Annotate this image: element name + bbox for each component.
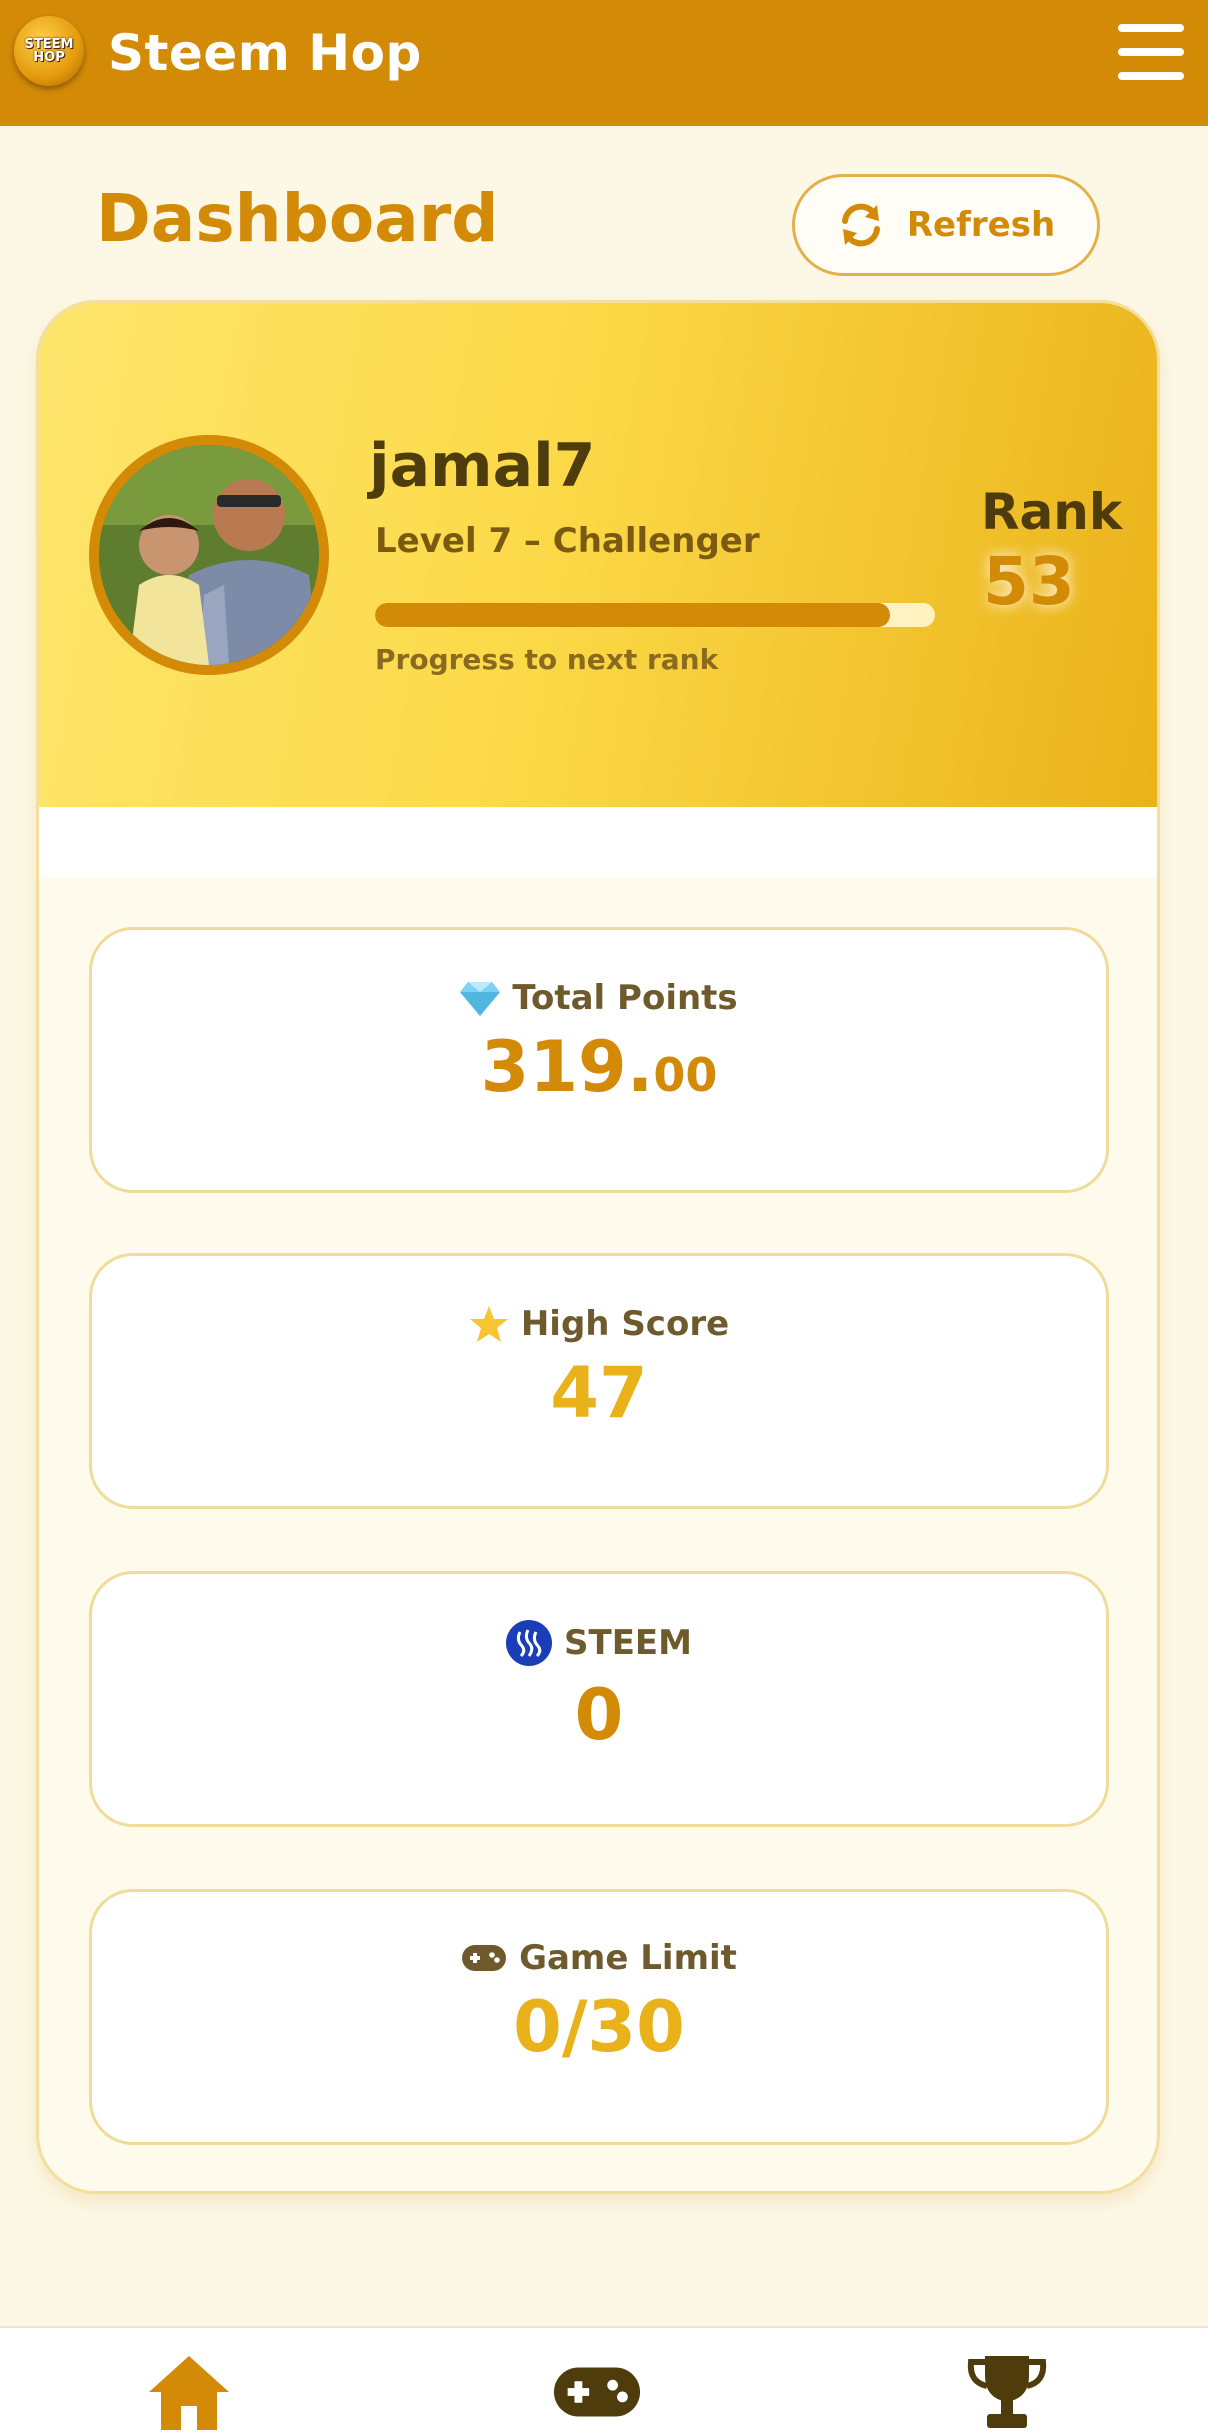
avatar-photo — [99, 445, 319, 665]
gamepad-icon — [553, 2367, 641, 2417]
refresh-label: Refresh — [906, 205, 1056, 245]
steem-label: STEEM — [564, 1623, 692, 1663]
game-limit-label: Game Limit — [519, 1938, 737, 1978]
steem-card: STEEM 0 — [89, 1571, 1109, 1827]
game-limit-card: Game Limit 0/30 — [89, 1889, 1109, 2145]
steem-icon — [506, 1620, 553, 1666]
high-score-card: High Score 47 — [89, 1253, 1109, 1509]
high-score-label-row: High Score — [469, 1304, 729, 1344]
logo-text-line2: HOP — [33, 50, 65, 65]
app-header: STEEM HOP Steem Hop — [0, 0, 1208, 126]
game-limit-value: 0/30 — [513, 1986, 685, 2068]
app-logo[interactable]: STEEM HOP — [14, 16, 84, 86]
nav-leaderboard[interactable] — [962, 2352, 1052, 2432]
refresh-icon — [841, 203, 880, 247]
high-score-value: 47 — [550, 1352, 648, 1434]
rank-value: 53 — [983, 543, 1075, 620]
app-title: Steem Hop — [108, 24, 422, 82]
level-text: Level 7 – Challenger — [375, 521, 760, 561]
avatar[interactable] — [89, 435, 329, 675]
gem-icon — [460, 980, 501, 1016]
page-title: Dashboard — [96, 180, 499, 257]
rank-label: Rank — [981, 483, 1123, 541]
refresh-button[interactable]: Refresh — [792, 174, 1100, 276]
progress-label: Progress to next rank — [375, 643, 719, 676]
hamburger-menu-icon[interactable] — [1118, 24, 1184, 80]
total-points-value: 319.00 — [481, 1032, 718, 1102]
steem-value: 0 — [574, 1674, 624, 1756]
total-points-decimal: 00 — [653, 1048, 718, 1102]
divider-strip — [39, 807, 1157, 877]
steem-label-row: STEEM — [506, 1620, 692, 1666]
username: jamal7 — [369, 431, 596, 501]
dashboard-card: jamal7 Level 7 – Challenger Progress to … — [36, 300, 1160, 2194]
profile-header: jamal7 Level 7 – Challenger Progress to … — [39, 303, 1157, 807]
total-points-card: Total Points 319.00 — [89, 927, 1109, 1193]
total-points-label: Total Points — [512, 978, 738, 1018]
total-points-label-row: Total Points — [460, 978, 738, 1018]
nav-games[interactable] — [552, 2352, 642, 2432]
high-score-label: High Score — [520, 1304, 730, 1344]
game-limit-label-row: Game Limit — [461, 1938, 737, 1978]
gamepad-icon — [461, 1943, 507, 1973]
trophy-icon — [967, 2356, 1047, 2428]
total-points-integer: 319. — [480, 1026, 654, 1108]
rank-progress-fill — [375, 603, 891, 627]
bottom-nav — [0, 2326, 1208, 2433]
rank-progress-bar — [375, 603, 935, 627]
home-icon — [149, 2356, 229, 2430]
star-icon — [469, 1305, 509, 1343]
nav-home[interactable] — [144, 2352, 234, 2432]
